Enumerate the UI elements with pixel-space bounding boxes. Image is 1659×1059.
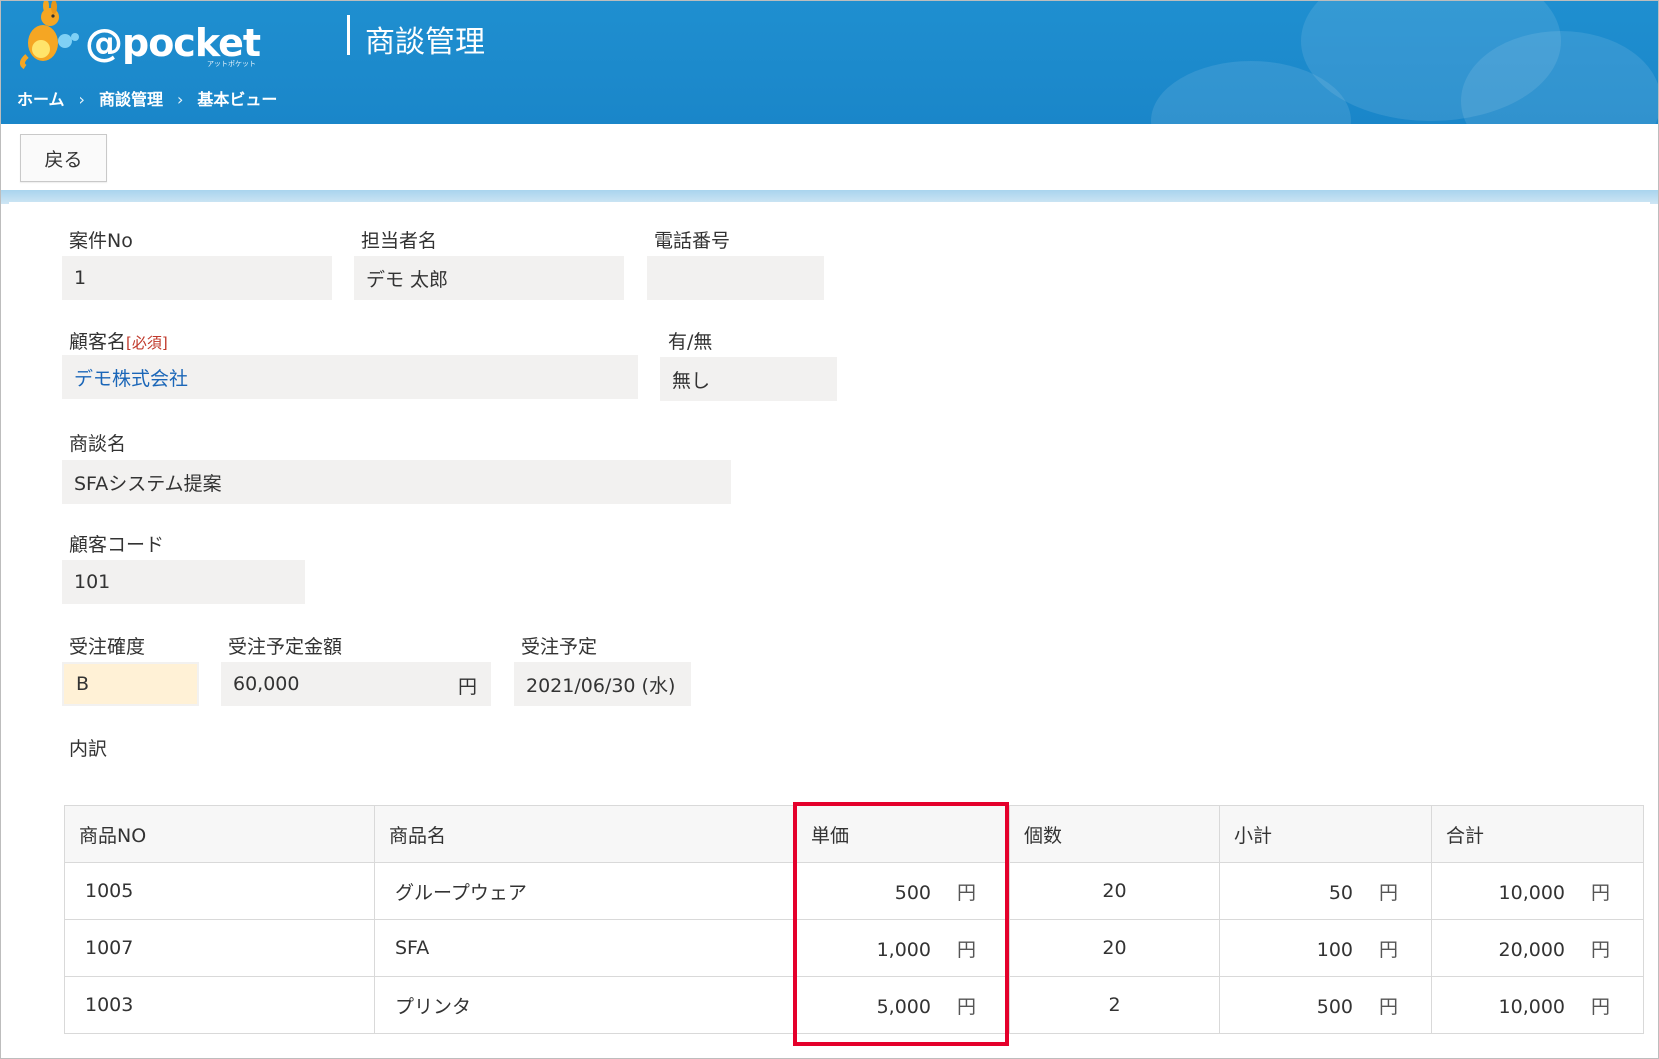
subtotal-value: 100 — [1316, 938, 1353, 961]
breadcrumb-separator: › — [78, 90, 85, 109]
owner-field: デモ 太郎 — [354, 256, 624, 300]
back-button[interactable]: 戻る — [20, 134, 107, 182]
breadcrumb-deals[interactable]: 商談管理 — [99, 90, 163, 109]
phone-field — [647, 256, 824, 300]
logo-subtext: アットポケット — [207, 60, 256, 68]
total-value: 10,000 — [1498, 881, 1565, 904]
amount-field: 60,000 円 — [221, 662, 491, 706]
customer-code-field: 101 — [62, 560, 305, 604]
breadcrumb-home[interactable]: ホーム — [17, 90, 65, 109]
col-header-product-name: 商品名 — [374, 805, 797, 863]
case-no-label: 案件No — [69, 230, 133, 252]
cell-product-no: 1003 — [64, 976, 375, 1034]
pocket-logo[interactable]: @pocket アットポケット — [17, 1, 261, 71]
col-header-product-no: 商品NO — [64, 805, 375, 863]
col-header-total: 合計 — [1431, 805, 1644, 863]
yen-unit: 円 — [1379, 995, 1399, 1018]
required-marker: [必須] — [126, 334, 168, 352]
col-header-quantity: 個数 — [1009, 805, 1220, 863]
subtotal-value: 50 — [1328, 881, 1353, 904]
customer-code-label: 顧客コード — [69, 534, 165, 556]
breadcrumb: ホーム › 商談管理 › 基本ビュー — [17, 86, 277, 110]
total-value: 10,000 — [1498, 995, 1565, 1018]
cell-product-no: 1005 — [64, 862, 375, 920]
probability-field: B — [62, 662, 199, 706]
deal-name-field: SFAシステム提案 — [62, 460, 731, 504]
customer-label-text: 顧客名 — [69, 331, 127, 353]
cell-subtotal: 100 円 — [1219, 919, 1432, 977]
yen-unit: 円 — [1591, 938, 1611, 961]
customer-label: 顧客名[必須] — [69, 327, 168, 354]
cell-product-name: SFA — [374, 919, 797, 977]
title-divider — [347, 15, 350, 55]
cell-quantity: 2 — [1009, 976, 1220, 1034]
breadcrumb-current-view: 基本ビュー — [197, 90, 278, 109]
phone-label: 電話番号 — [654, 230, 731, 252]
order-date-label: 受注予定 — [521, 636, 598, 658]
presence-label: 有/無 — [668, 331, 713, 353]
header-bar: @pocket アットポケット 商談管理 ホーム › 商談管理 › 基本ビュー — [1, 1, 1658, 181]
cell-product-name: プリンタ — [374, 976, 797, 1034]
cell-total: 10,000 円 — [1431, 862, 1644, 920]
kangaroo-logo-icon — [19, 1, 79, 70]
unit-price-highlight-box — [793, 802, 1009, 1046]
cell-total: 20,000 円 — [1431, 919, 1644, 977]
breadcrumb-separator: › — [176, 90, 184, 109]
cell-subtotal: 500 円 — [1219, 976, 1432, 1034]
owner-label: 担当者名 — [361, 230, 438, 252]
case-no-field: 1 — [62, 256, 332, 300]
col-header-subtotal: 小計 — [1219, 805, 1432, 863]
page-title: 商談管理 — [365, 25, 485, 60]
cell-quantity: 20 — [1009, 862, 1220, 920]
amount-unit: 円 — [457, 676, 477, 698]
yen-unit: 円 — [1379, 938, 1399, 961]
breakdown-label: 内訳 — [69, 738, 108, 760]
customer-link[interactable]: デモ株式会社 — [62, 355, 638, 399]
order-date-field: 2021/06/30 (水) — [514, 662, 691, 706]
cell-product-name: グループウェア — [374, 862, 797, 920]
deal-name-label: 商談名 — [69, 433, 127, 455]
subtotal-value: 500 — [1316, 995, 1353, 1018]
probability-label: 受注確度 — [69, 636, 146, 658]
cell-product-no: 1007 — [64, 919, 375, 977]
amount-label: 受注予定金額 — [228, 636, 343, 658]
app-window: @pocket アットポケット 商談管理 ホーム › 商談管理 › 基本ビュー 戻る 案… — [0, 0, 1659, 1059]
cell-total: 10,000 円 — [1431, 976, 1644, 1034]
presence-field: 無し — [660, 357, 837, 401]
yen-unit: 円 — [1379, 881, 1399, 904]
yen-unit: 円 — [1591, 881, 1611, 904]
cell-quantity: 20 — [1009, 919, 1220, 977]
cell-subtotal: 50 円 — [1219, 862, 1432, 920]
amount-value: 60,000 — [233, 673, 300, 695]
yen-unit: 円 — [1591, 995, 1611, 1018]
toolbar: 戻る — [1, 124, 1658, 190]
total-value: 20,000 — [1498, 938, 1565, 961]
